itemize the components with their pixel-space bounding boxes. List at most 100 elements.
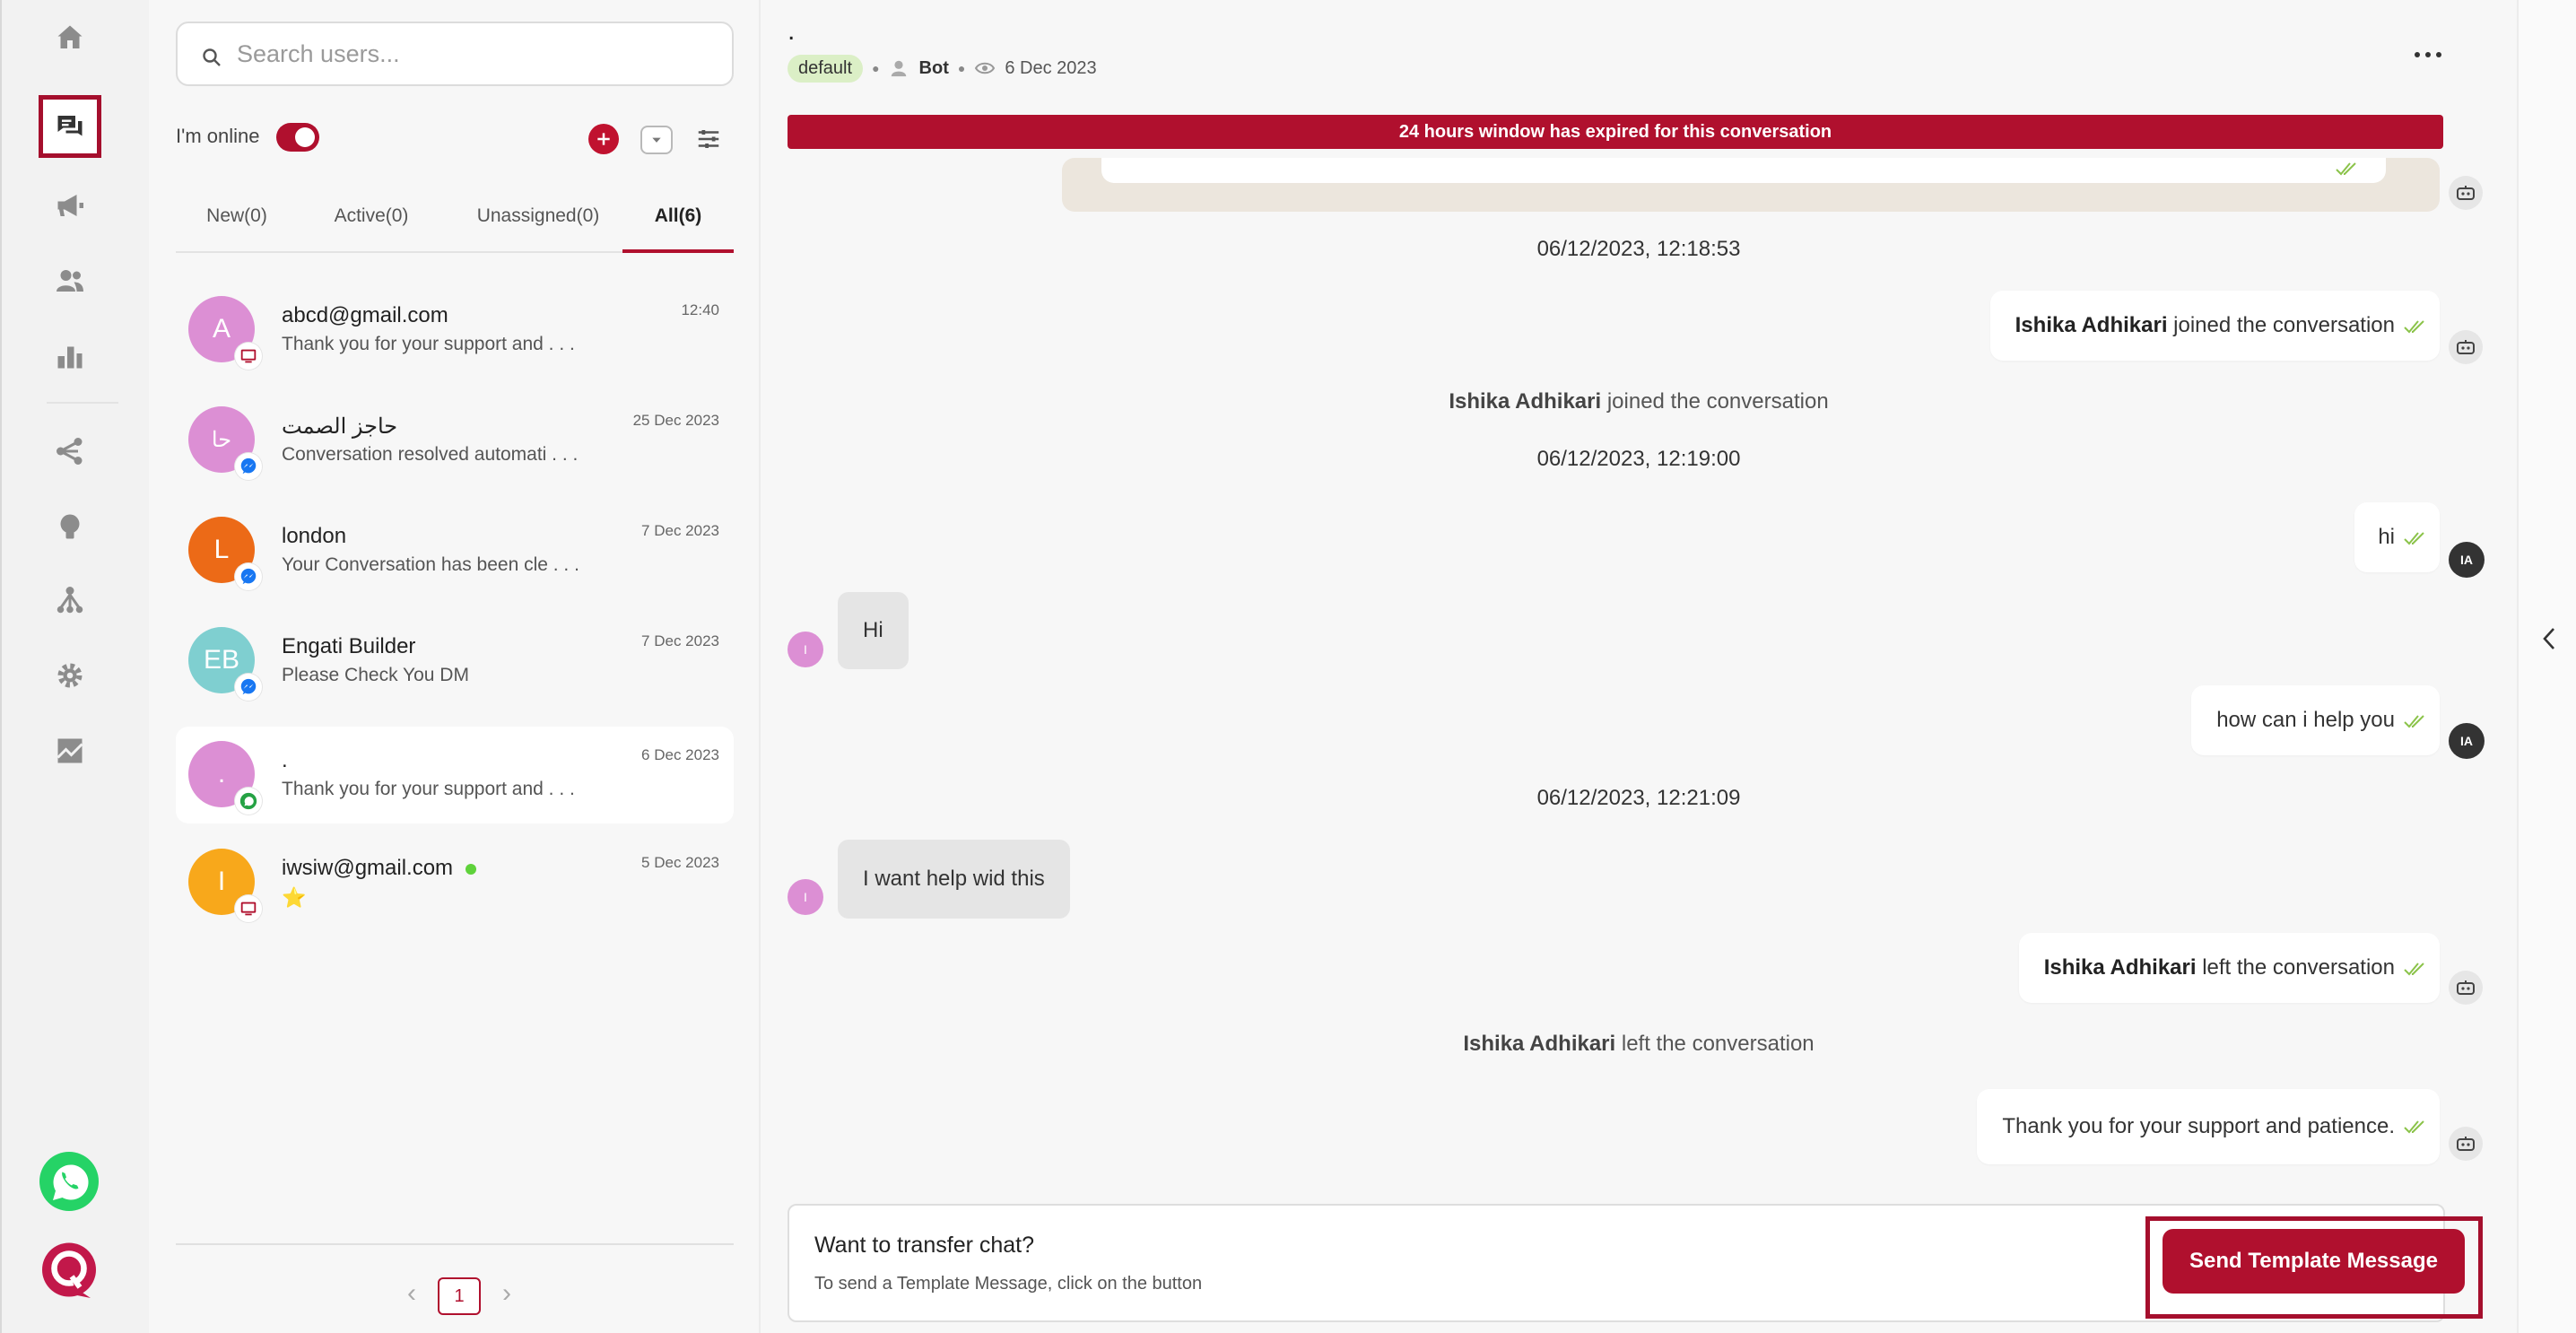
integrations-icon[interactable]	[39, 719, 101, 782]
home-icon[interactable]	[39, 6, 101, 69]
conversations-icon[interactable]	[39, 95, 101, 158]
double-check-icon	[2336, 162, 2356, 176]
online-toggle[interactable]	[276, 123, 319, 152]
add-conversation-button[interactable]	[588, 124, 619, 154]
conversation-time: 25 Dec 2023	[632, 412, 719, 429]
web-channel-icon	[235, 895, 262, 922]
users-icon[interactable]	[39, 249, 101, 312]
chat-date: 6 Dec 2023	[1005, 57, 1097, 78]
search-icon	[203, 48, 221, 66]
filter-dropdown[interactable]	[640, 126, 673, 154]
bot-avatar	[2449, 176, 2483, 210]
conversation-name: iwsiw@gmail.com	[282, 856, 477, 881]
analytics-icon[interactable]	[39, 325, 101, 388]
double-check-icon	[2404, 963, 2424, 976]
conversation-time: 7 Dec 2023	[641, 522, 719, 539]
timestamp-separator: 06/12/2023, 12:19:00	[1536, 447, 1741, 471]
ideas-icon[interactable]	[39, 495, 101, 558]
system-message: Ishika Adhikari joined the conversation	[1449, 389, 1829, 414]
chat-meta: default ● Bot ● 6 Dec 2023	[788, 52, 1097, 84]
bot-avatar	[2449, 971, 2483, 1005]
user-avatar: I	[788, 879, 823, 915]
agent-left-message: Ishika Adhikari left the conversation	[2018, 933, 2440, 1003]
double-check-icon	[2404, 532, 2424, 545]
send-template-message-button[interactable]: Send Template Message	[2163, 1229, 2465, 1294]
settings-icon[interactable]	[39, 644, 101, 707]
system-message: Ishika Adhikari left the conversation	[1463, 1032, 1815, 1056]
media-message	[1062, 158, 2440, 212]
agent-message: hi	[2354, 502, 2440, 572]
whatsapp-icon[interactable]	[36, 1148, 102, 1215]
conversation-time: 6 Dec 2023	[641, 746, 719, 763]
conversation-time: 5 Dec 2023	[641, 854, 719, 871]
composer-subtitle: To send a Template Message, click on the…	[814, 1274, 1203, 1294]
online-status-label: I'm online	[176, 125, 260, 147]
conversation-name: Engati Builder	[282, 634, 416, 658]
conversation-item[interactable]: I iwsiw@gmail.com ⭐ 5 Dec 2023	[176, 834, 734, 931]
prev-page-button[interactable]: ‹	[398, 1279, 425, 1310]
hierarchy-icon[interactable]	[39, 569, 101, 632]
timestamp-separator: 06/12/2023, 12:21:09	[1536, 786, 1741, 810]
conversation-tabs: New(0) Active(0) Unassigned(0) All(6)	[176, 190, 734, 253]
conversation-item[interactable]: L london Your Conversation has been cle …	[176, 502, 734, 599]
composer-title: Want to transfer chat?	[814, 1233, 1035, 1258]
conversation-preview: ⭐	[282, 886, 307, 909]
double-check-icon	[2404, 1120, 2424, 1134]
expand-panel-button[interactable]	[2537, 623, 2562, 655]
conversation-time: 7 Dec 2023	[641, 632, 719, 649]
brand-logo-icon[interactable]	[36, 1238, 102, 1304]
bot-avatar	[2449, 330, 2483, 364]
transfer-chat-composer: Want to transfer chat? To send a Templat…	[788, 1204, 2483, 1322]
person-icon	[891, 60, 906, 77]
sort-options-button[interactable]	[694, 124, 723, 154]
conversation-name: abcd@gmail.com	[282, 303, 448, 327]
bot-message: Thank you for your support and patience.	[1977, 1089, 2440, 1164]
agent-joined-message: Ishika Adhikari joined the conversation	[1989, 291, 2440, 361]
tab-active[interactable]: Active(0)	[309, 203, 434, 253]
user-message: Hi	[838, 592, 909, 669]
conversation-preview: Thank you for your support and . . .	[282, 779, 575, 799]
conversation-name: london	[282, 524, 347, 548]
next-page-button[interactable]: ›	[493, 1279, 520, 1310]
chat-tag[interactable]: default	[788, 54, 864, 83]
flows-icon[interactable]	[39, 420, 101, 483]
messenger-channel-icon	[235, 674, 262, 701]
double-check-icon	[2404, 715, 2424, 728]
conversation-preview: Please Check You DM	[282, 665, 469, 685]
more-options-button[interactable]	[2406, 41, 2450, 68]
chevron-down-icon	[652, 137, 661, 143]
chat-panel: . default ● Bot ● 6 Dec 2023 24 hours wi…	[761, 0, 2517, 1333]
page-button[interactable]: 1	[438, 1277, 481, 1315]
chevron-left-icon	[2543, 628, 2554, 649]
more-dots-icon	[2415, 52, 2441, 57]
conversation-time: 12:40	[681, 301, 719, 318]
agent-avatar: IA	[2449, 723, 2485, 759]
assigned-agent: Bot	[918, 57, 949, 78]
search-box	[176, 22, 734, 86]
conversation-preview: Thank you for your support and . . .	[282, 334, 575, 354]
agent-avatar: IA	[2449, 542, 2485, 578]
nav-rail	[0, 0, 149, 1333]
plus-icon	[597, 133, 610, 145]
conversation-item[interactable]: EB Engati Builder Please Check You DM 7 …	[176, 613, 734, 710]
tab-unassigned[interactable]: Unassigned(0)	[454, 203, 622, 253]
eye-icon	[975, 62, 996, 74]
conversation-preview: Your Conversation has been cle . . .	[282, 554, 579, 575]
chat-title: .	[788, 16, 796, 46]
whatsapp-channel-icon	[235, 788, 262, 815]
side-panel-collapse	[2517, 0, 2576, 1333]
conversation-item[interactable]: حا حاجز الصمت Conversation resolved auto…	[176, 392, 734, 489]
search-input[interactable]	[235, 34, 701, 74]
pager-divider	[176, 1243, 734, 1245]
conversation-item[interactable]: . . Thank you for your support and . . .…	[176, 727, 734, 823]
messenger-channel-icon	[235, 563, 262, 590]
web-channel-icon	[235, 343, 262, 370]
timestamp-separator: 06/12/2023, 12:18:53	[1536, 237, 1741, 261]
tab-new[interactable]: New(0)	[176, 203, 298, 253]
tab-all[interactable]: All(6)	[622, 203, 734, 253]
double-check-icon	[2404, 320, 2424, 334]
expired-window-banner: 24 hours window has expired for this con…	[788, 115, 2443, 149]
broadcast-icon[interactable]	[39, 174, 101, 237]
online-indicator	[466, 863, 477, 875]
conversation-item[interactable]: A abcd@gmail.com Thank you for your supp…	[176, 282, 734, 379]
